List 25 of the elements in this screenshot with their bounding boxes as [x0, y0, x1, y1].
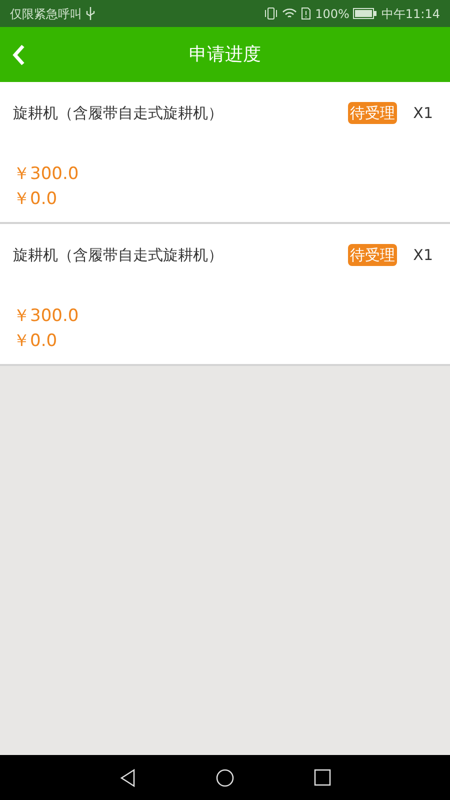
- machine-name: 旋耕机（含履带自走式旋耕机）: [13, 244, 224, 266]
- recents-nav-icon[interactable]: [314, 769, 330, 786]
- quantity-text: X1: [413, 244, 433, 266]
- machine-name: 旋耕机（含履带自走式旋耕机）: [13, 102, 224, 124]
- status-tag: 待受理: [348, 244, 398, 266]
- price-text: ￥300.0: [13, 163, 79, 186]
- status-tag: 待受理: [348, 102, 398, 124]
- home-nav-icon[interactable]: [216, 768, 234, 786]
- clock-time: 中午11:14: [381, 6, 440, 22]
- application-card[interactable]: 旋耕机（含履带自走式旋耕机） 待受理 X1 ￥300.0 ￥0.0: [0, 224, 450, 366]
- subsidy-text: ￥0.0: [13, 330, 58, 353]
- wifi-icon: [282, 8, 298, 20]
- carrier-text: 仅限紧急呼叫: [10, 6, 82, 22]
- subsidy-text: ￥0.0: [13, 188, 58, 211]
- sim-alert-icon: [301, 7, 312, 20]
- vibrate-icon: [264, 7, 278, 20]
- back-button[interactable]: [12, 42, 26, 66]
- usb-icon: [86, 7, 95, 20]
- back-nav-icon[interactable]: [120, 768, 136, 786]
- battery-icon: [353, 8, 378, 19]
- quantity-text: X1: [413, 102, 433, 124]
- battery-percent: 100%: [315, 6, 350, 22]
- price-text: ￥300.0: [13, 305, 79, 328]
- page-title: 申请进度: [189, 43, 261, 67]
- application-card[interactable]: 旋耕机（含履带自走式旋耕机） 待受理 X1 ￥300.0 ￥0.0: [0, 82, 450, 224]
